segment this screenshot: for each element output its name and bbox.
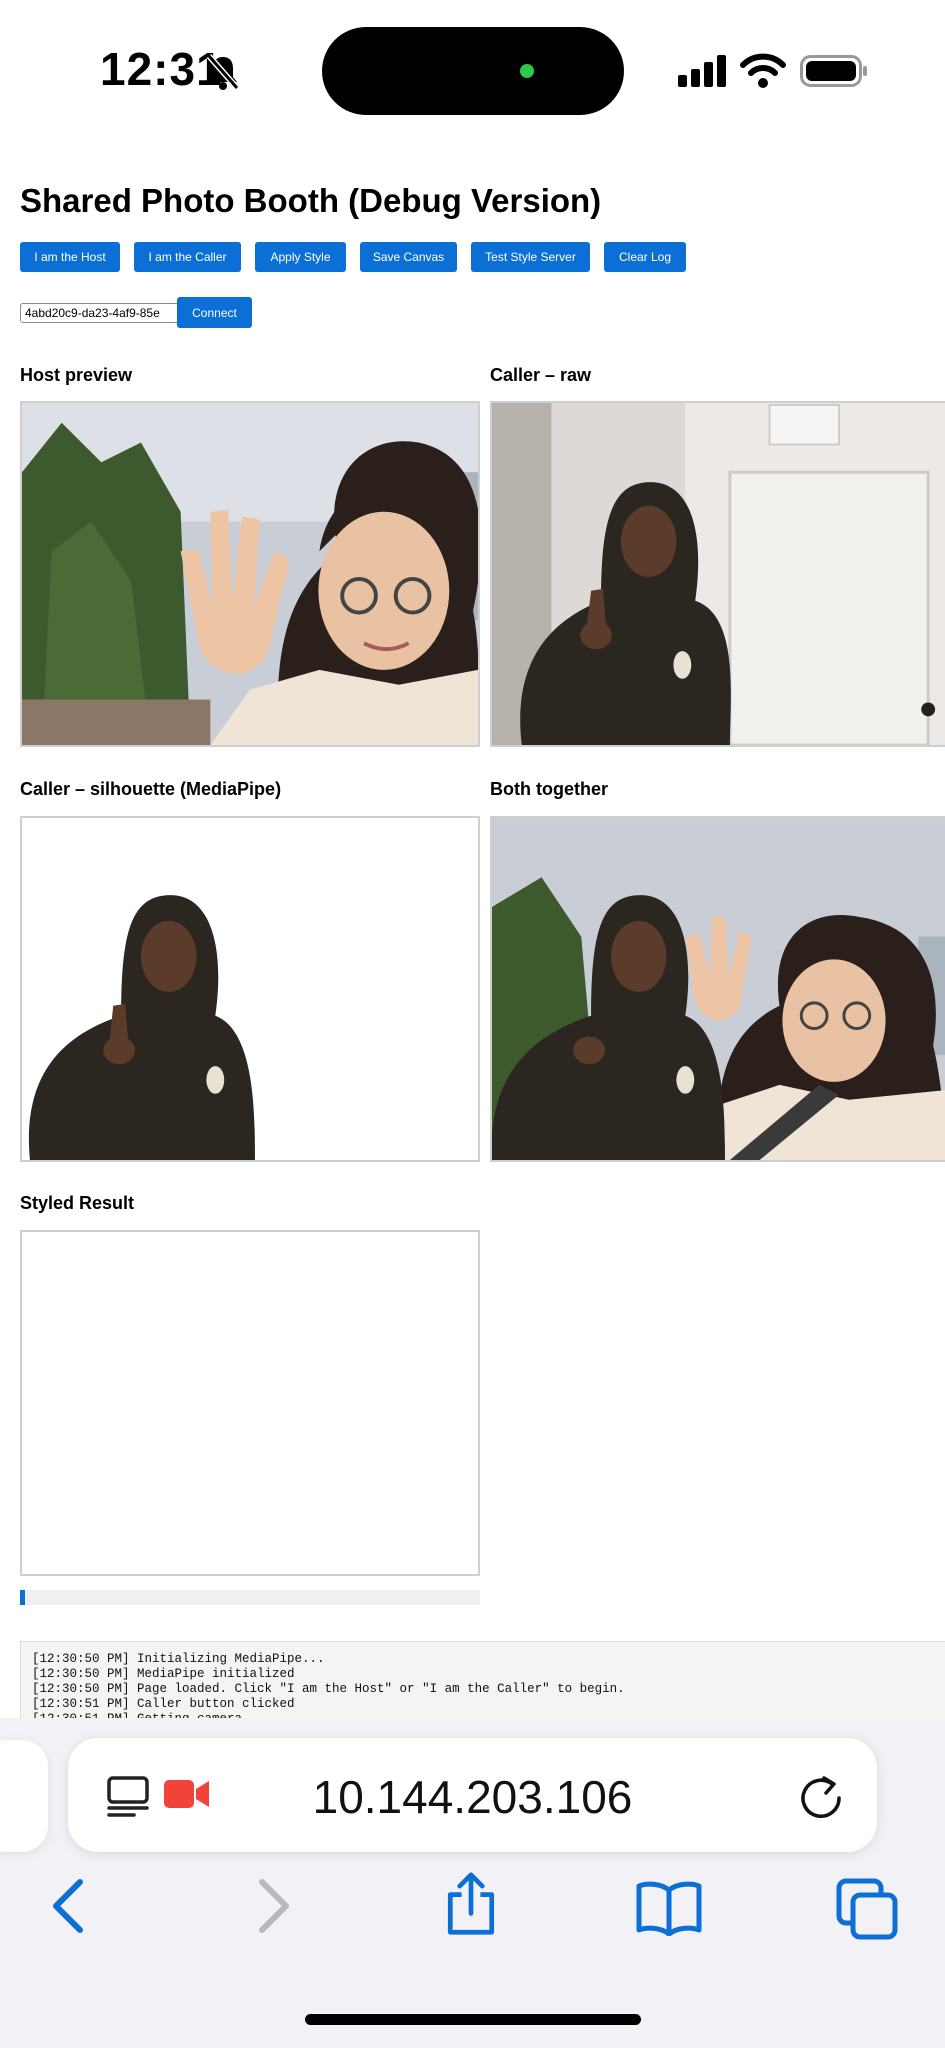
host-preview-video	[20, 401, 480, 747]
both-together-heading: Both together	[490, 779, 608, 799]
log-line: [12:30:50 PM] Page loaded. Click "I am t…	[32, 1682, 625, 1696]
host-button[interactable]: I am the Host	[20, 242, 120, 272]
caller-raw-heading: Caller – raw	[490, 365, 592, 385]
camera-recording-icon[interactable]	[164, 1778, 210, 1810]
apply-style-button[interactable]: Apply Style	[255, 242, 346, 272]
styled-result-canvas	[20, 1230, 480, 1576]
style-progress-bar	[20, 1590, 480, 1605]
bell-slash-icon	[206, 54, 240, 90]
style-progress-fill	[20, 1590, 25, 1605]
connect-button[interactable]: Connect	[177, 297, 252, 328]
camera-in-use-indicator	[520, 64, 534, 78]
reader-icon[interactable]	[106, 1774, 150, 1818]
battery-icon	[800, 55, 867, 87]
styled-result-heading: Styled Result	[20, 1193, 135, 1213]
save-canvas-button[interactable]: Save Canvas	[360, 242, 457, 272]
room-id-input[interactable]	[20, 303, 180, 323]
caller-button[interactable]: I am the Caller	[134, 242, 241, 272]
cellular-signal-icon	[678, 55, 726, 87]
home-indicator	[305, 2014, 641, 2025]
test-style-server-button[interactable]: Test Style Server	[471, 242, 590, 272]
address-bar[interactable]: 10.144.203.106	[68, 1738, 877, 1852]
tabs-icon[interactable]	[836, 1878, 898, 1940]
previous-tab-peek[interactable]	[0, 1740, 48, 1852]
page-title: Shared Photo Booth (Debug Version)	[20, 182, 602, 219]
status-bar: 12:31	[0, 0, 945, 140]
both-together-canvas	[490, 816, 945, 1162]
host-preview-heading: Host preview	[20, 365, 133, 385]
wifi-icon	[740, 53, 786, 88]
dynamic-island	[322, 27, 624, 115]
log-line: [12:30:50 PM] Initializing MediaPipe...	[32, 1652, 325, 1666]
caller-silhouette-canvas	[20, 816, 480, 1162]
debug-log: [12:30:50 PM] Initializing MediaPipe...[…	[20, 1641, 945, 1721]
browser-toolbar: 10.144.203.106	[0, 1718, 945, 2048]
caller-raw-video	[490, 401, 945, 747]
log-line: [12:30:50 PM] MediaPipe initialized	[32, 1667, 295, 1681]
caller-silhouette-heading: Caller – silhouette (MediaPipe)	[20, 779, 282, 799]
reload-icon[interactable]	[798, 1774, 844, 1820]
forward-icon[interactable]	[246, 1874, 302, 1938]
bookmarks-icon[interactable]	[636, 1880, 702, 1936]
share-icon[interactable]	[443, 1872, 499, 1936]
clear-log-button[interactable]: Clear Log	[604, 242, 686, 272]
log-line: [12:30:51 PM] Caller button clicked	[32, 1697, 295, 1711]
back-icon[interactable]	[40, 1874, 96, 1938]
